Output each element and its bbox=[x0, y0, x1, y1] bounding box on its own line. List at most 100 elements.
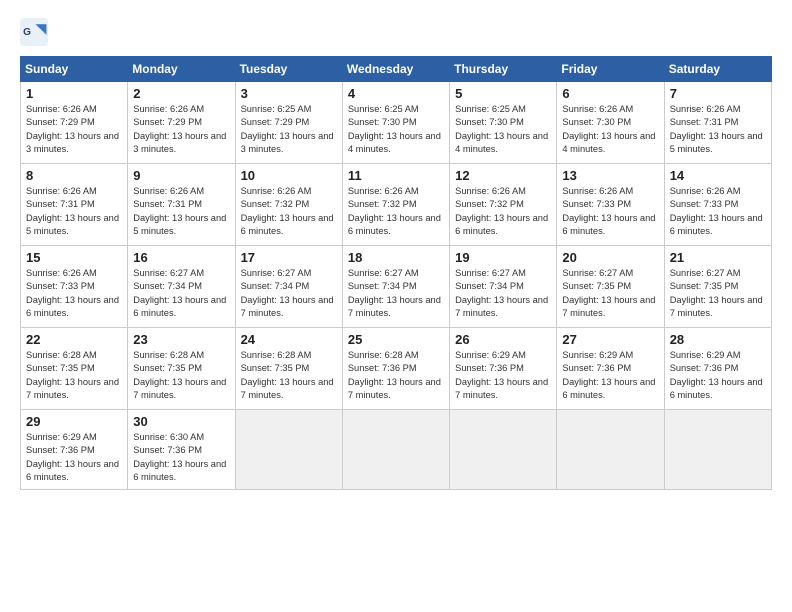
day-detail: Sunrise: 6:28 AMSunset: 7:35 PMDaylight:… bbox=[26, 349, 122, 403]
day-detail: Sunrise: 6:26 AMSunset: 7:29 PMDaylight:… bbox=[26, 103, 122, 157]
calendar-cell bbox=[450, 410, 557, 490]
calendar-week-5: 29 Sunrise: 6:29 AMSunset: 7:36 PMDaylig… bbox=[21, 410, 772, 490]
day-number: 22 bbox=[26, 332, 122, 347]
day-detail: Sunrise: 6:29 AMSunset: 7:36 PMDaylight:… bbox=[670, 349, 766, 403]
day-number: 29 bbox=[26, 414, 122, 429]
day-detail: Sunrise: 6:26 AMSunset: 7:29 PMDaylight:… bbox=[133, 103, 229, 157]
day-number: 4 bbox=[348, 86, 444, 101]
logo: G bbox=[20, 18, 50, 46]
day-detail: Sunrise: 6:30 AMSunset: 7:36 PMDaylight:… bbox=[133, 431, 229, 485]
day-detail: Sunrise: 6:26 AMSunset: 7:32 PMDaylight:… bbox=[455, 185, 551, 239]
day-detail: Sunrise: 6:29 AMSunset: 7:36 PMDaylight:… bbox=[26, 431, 122, 485]
day-detail: Sunrise: 6:28 AMSunset: 7:36 PMDaylight:… bbox=[348, 349, 444, 403]
weekday-header-wednesday: Wednesday bbox=[342, 57, 449, 82]
day-detail: Sunrise: 6:26 AMSunset: 7:32 PMDaylight:… bbox=[348, 185, 444, 239]
calendar-cell: 26 Sunrise: 6:29 AMSunset: 7:36 PMDaylig… bbox=[450, 328, 557, 410]
weekday-header-thursday: Thursday bbox=[450, 57, 557, 82]
day-number: 1 bbox=[26, 86, 122, 101]
calendar-cell: 29 Sunrise: 6:29 AMSunset: 7:36 PMDaylig… bbox=[21, 410, 128, 490]
calendar-cell: 25 Sunrise: 6:28 AMSunset: 7:36 PMDaylig… bbox=[342, 328, 449, 410]
calendar-cell: 7 Sunrise: 6:26 AMSunset: 7:31 PMDayligh… bbox=[664, 82, 771, 164]
day-number: 19 bbox=[455, 250, 551, 265]
day-detail: Sunrise: 6:27 AMSunset: 7:34 PMDaylight:… bbox=[348, 267, 444, 321]
day-detail: Sunrise: 6:27 AMSunset: 7:34 PMDaylight:… bbox=[133, 267, 229, 321]
day-detail: Sunrise: 6:28 AMSunset: 7:35 PMDaylight:… bbox=[133, 349, 229, 403]
calendar-cell bbox=[342, 410, 449, 490]
header-row: G bbox=[20, 18, 772, 46]
calendar-cell: 6 Sunrise: 6:26 AMSunset: 7:30 PMDayligh… bbox=[557, 82, 664, 164]
day-detail: Sunrise: 6:26 AMSunset: 7:33 PMDaylight:… bbox=[670, 185, 766, 239]
day-number: 20 bbox=[562, 250, 658, 265]
calendar-table: SundayMondayTuesdayWednesdayThursdayFrid… bbox=[20, 56, 772, 490]
calendar-cell: 18 Sunrise: 6:27 AMSunset: 7:34 PMDaylig… bbox=[342, 246, 449, 328]
day-number: 15 bbox=[26, 250, 122, 265]
day-detail: Sunrise: 6:26 AMSunset: 7:30 PMDaylight:… bbox=[562, 103, 658, 157]
calendar-cell: 16 Sunrise: 6:27 AMSunset: 7:34 PMDaylig… bbox=[128, 246, 235, 328]
day-number: 9 bbox=[133, 168, 229, 183]
calendar-cell: 30 Sunrise: 6:30 AMSunset: 7:36 PMDaylig… bbox=[128, 410, 235, 490]
weekday-header-monday: Monday bbox=[128, 57, 235, 82]
calendar-week-2: 8 Sunrise: 6:26 AMSunset: 7:31 PMDayligh… bbox=[21, 164, 772, 246]
calendar-cell: 14 Sunrise: 6:26 AMSunset: 7:33 PMDaylig… bbox=[664, 164, 771, 246]
day-number: 8 bbox=[26, 168, 122, 183]
day-detail: Sunrise: 6:26 AMSunset: 7:33 PMDaylight:… bbox=[562, 185, 658, 239]
calendar-cell: 20 Sunrise: 6:27 AMSunset: 7:35 PMDaylig… bbox=[557, 246, 664, 328]
day-detail: Sunrise: 6:26 AMSunset: 7:31 PMDaylight:… bbox=[133, 185, 229, 239]
calendar-cell: 13 Sunrise: 6:26 AMSunset: 7:33 PMDaylig… bbox=[557, 164, 664, 246]
calendar-cell: 24 Sunrise: 6:28 AMSunset: 7:35 PMDaylig… bbox=[235, 328, 342, 410]
day-detail: Sunrise: 6:27 AMSunset: 7:34 PMDaylight:… bbox=[241, 267, 337, 321]
calendar-cell: 10 Sunrise: 6:26 AMSunset: 7:32 PMDaylig… bbox=[235, 164, 342, 246]
day-detail: Sunrise: 6:27 AMSunset: 7:35 PMDaylight:… bbox=[562, 267, 658, 321]
calendar-cell: 1 Sunrise: 6:26 AMSunset: 7:29 PMDayligh… bbox=[21, 82, 128, 164]
day-number: 10 bbox=[241, 168, 337, 183]
day-number: 24 bbox=[241, 332, 337, 347]
calendar-cell: 11 Sunrise: 6:26 AMSunset: 7:32 PMDaylig… bbox=[342, 164, 449, 246]
day-number: 7 bbox=[670, 86, 766, 101]
day-detail: Sunrise: 6:27 AMSunset: 7:34 PMDaylight:… bbox=[455, 267, 551, 321]
calendar-cell: 22 Sunrise: 6:28 AMSunset: 7:35 PMDaylig… bbox=[21, 328, 128, 410]
calendar-cell: 8 Sunrise: 6:26 AMSunset: 7:31 PMDayligh… bbox=[21, 164, 128, 246]
calendar-cell: 17 Sunrise: 6:27 AMSunset: 7:34 PMDaylig… bbox=[235, 246, 342, 328]
day-detail: Sunrise: 6:27 AMSunset: 7:35 PMDaylight:… bbox=[670, 267, 766, 321]
day-number: 3 bbox=[241, 86, 337, 101]
calendar-cell bbox=[557, 410, 664, 490]
day-detail: Sunrise: 6:29 AMSunset: 7:36 PMDaylight:… bbox=[455, 349, 551, 403]
day-detail: Sunrise: 6:26 AMSunset: 7:31 PMDaylight:… bbox=[26, 185, 122, 239]
svg-text:G: G bbox=[23, 27, 31, 38]
day-number: 2 bbox=[133, 86, 229, 101]
page: G SundayMondayTuesdayWednesdayThursdayFr… bbox=[0, 0, 792, 612]
calendar-cell: 27 Sunrise: 6:29 AMSunset: 7:36 PMDaylig… bbox=[557, 328, 664, 410]
calendar-cell: 9 Sunrise: 6:26 AMSunset: 7:31 PMDayligh… bbox=[128, 164, 235, 246]
day-number: 17 bbox=[241, 250, 337, 265]
day-detail: Sunrise: 6:26 AMSunset: 7:32 PMDaylight:… bbox=[241, 185, 337, 239]
calendar-cell: 19 Sunrise: 6:27 AMSunset: 7:34 PMDaylig… bbox=[450, 246, 557, 328]
day-number: 16 bbox=[133, 250, 229, 265]
day-number: 13 bbox=[562, 168, 658, 183]
day-number: 18 bbox=[348, 250, 444, 265]
calendar-cell: 2 Sunrise: 6:26 AMSunset: 7:29 PMDayligh… bbox=[128, 82, 235, 164]
day-number: 5 bbox=[455, 86, 551, 101]
weekday-header-friday: Friday bbox=[557, 57, 664, 82]
day-number: 25 bbox=[348, 332, 444, 347]
day-number: 21 bbox=[670, 250, 766, 265]
day-number: 14 bbox=[670, 168, 766, 183]
calendar-cell: 23 Sunrise: 6:28 AMSunset: 7:35 PMDaylig… bbox=[128, 328, 235, 410]
day-number: 11 bbox=[348, 168, 444, 183]
day-number: 26 bbox=[455, 332, 551, 347]
calendar-cell: 28 Sunrise: 6:29 AMSunset: 7:36 PMDaylig… bbox=[664, 328, 771, 410]
day-detail: Sunrise: 6:29 AMSunset: 7:36 PMDaylight:… bbox=[562, 349, 658, 403]
calendar-cell: 3 Sunrise: 6:25 AMSunset: 7:29 PMDayligh… bbox=[235, 82, 342, 164]
calendar-cell bbox=[664, 410, 771, 490]
day-detail: Sunrise: 6:26 AMSunset: 7:31 PMDaylight:… bbox=[670, 103, 766, 157]
day-number: 30 bbox=[133, 414, 229, 429]
day-number: 12 bbox=[455, 168, 551, 183]
weekday-header-saturday: Saturday bbox=[664, 57, 771, 82]
day-detail: Sunrise: 6:25 AMSunset: 7:29 PMDaylight:… bbox=[241, 103, 337, 157]
calendar-week-1: 1 Sunrise: 6:26 AMSunset: 7:29 PMDayligh… bbox=[21, 82, 772, 164]
calendar-cell bbox=[235, 410, 342, 490]
calendar-week-4: 22 Sunrise: 6:28 AMSunset: 7:35 PMDaylig… bbox=[21, 328, 772, 410]
calendar-week-3: 15 Sunrise: 6:26 AMSunset: 7:33 PMDaylig… bbox=[21, 246, 772, 328]
weekday-header-row: SundayMondayTuesdayWednesdayThursdayFrid… bbox=[21, 57, 772, 82]
day-detail: Sunrise: 6:28 AMSunset: 7:35 PMDaylight:… bbox=[241, 349, 337, 403]
weekday-header-sunday: Sunday bbox=[21, 57, 128, 82]
